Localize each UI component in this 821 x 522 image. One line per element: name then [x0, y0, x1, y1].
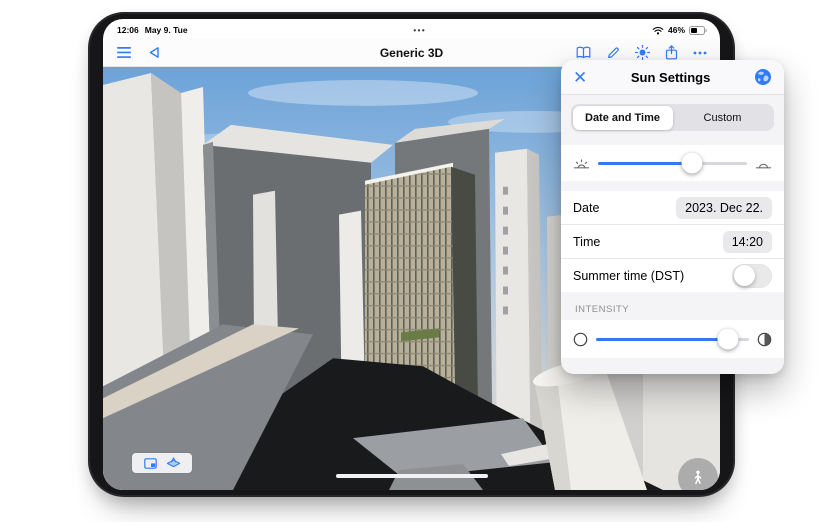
time-of-day-slider-thumb[interactable] [681, 153, 702, 174]
sunrise-icon [573, 157, 590, 170]
battery-percent: 46% [668, 25, 685, 35]
time-of-day-slider[interactable] [598, 152, 747, 174]
intensity-slider[interactable] [596, 328, 749, 350]
dst-label: Summer time (DST) [573, 269, 684, 283]
walking-person-icon [691, 470, 705, 486]
intensity-max-icon [757, 332, 772, 347]
dst-row: Summer time (DST) [561, 258, 784, 292]
date-time-group: Date 2023. Dec 22. Time 14:20 Summer tim… [561, 191, 784, 292]
tab-custom[interactable]: Custom [673, 106, 773, 130]
markup-pencil-icon[interactable] [606, 46, 620, 60]
more-icon[interactable] [693, 51, 707, 55]
page: 12:06 May 9. Tue ••• 46% [0, 0, 821, 522]
time-label: Time [573, 235, 600, 249]
minimap-icon[interactable] [144, 458, 157, 469]
status-bar: 12:06 May 9. Tue ••• 46% [103, 19, 720, 39]
time-row: Time 14:20 [561, 224, 784, 258]
intensity-slider-row [561, 320, 784, 358]
time-of-day-slider-row [561, 145, 784, 181]
walk-mode-badge[interactable] [678, 458, 718, 490]
intensity-min-icon [573, 332, 588, 347]
share-icon[interactable] [665, 45, 678, 60]
date-row: Date 2023. Dec 22. [561, 191, 784, 224]
wifi-icon [652, 26, 664, 35]
sun-settings-icon[interactable] [635, 45, 650, 60]
intensity-section-label: INTENSITY [561, 292, 784, 320]
time-value-button[interactable]: 14:20 [723, 231, 772, 253]
menu-button[interactable] [117, 47, 131, 58]
globe-icon[interactable] [754, 68, 772, 86]
mode-segmented-control: Date and Time Custom [561, 95, 784, 138]
sunset-icon [755, 157, 772, 170]
home-indicator[interactable] [336, 474, 488, 479]
status-date: May 9. Tue [145, 25, 188, 35]
page-title: Generic 3D [103, 46, 720, 60]
battery-icon [689, 26, 708, 35]
date-label: Date [573, 201, 599, 215]
close-icon[interactable]: ✕ [573, 69, 587, 86]
multitask-dots-icon: ••• [413, 26, 426, 35]
sun-settings-header: ✕ Sun Settings [561, 60, 784, 95]
status-time: 12:06 [117, 25, 139, 35]
sun-settings-panel: ✕ Sun Settings Date and Time Custom [561, 60, 784, 374]
view-controls-pill [132, 453, 192, 473]
intensity-slider-thumb[interactable] [717, 329, 738, 350]
bookmarks-icon[interactable] [576, 46, 591, 59]
date-value-button[interactable]: 2023. Dec 22. [676, 197, 772, 219]
sun-settings-title: Sun Settings [631, 70, 710, 85]
dst-toggle[interactable] [732, 264, 772, 288]
back-button[interactable] [148, 46, 160, 59]
navigation-mode-icon[interactable] [166, 457, 181, 469]
tab-date-and-time[interactable]: Date and Time [573, 106, 673, 130]
